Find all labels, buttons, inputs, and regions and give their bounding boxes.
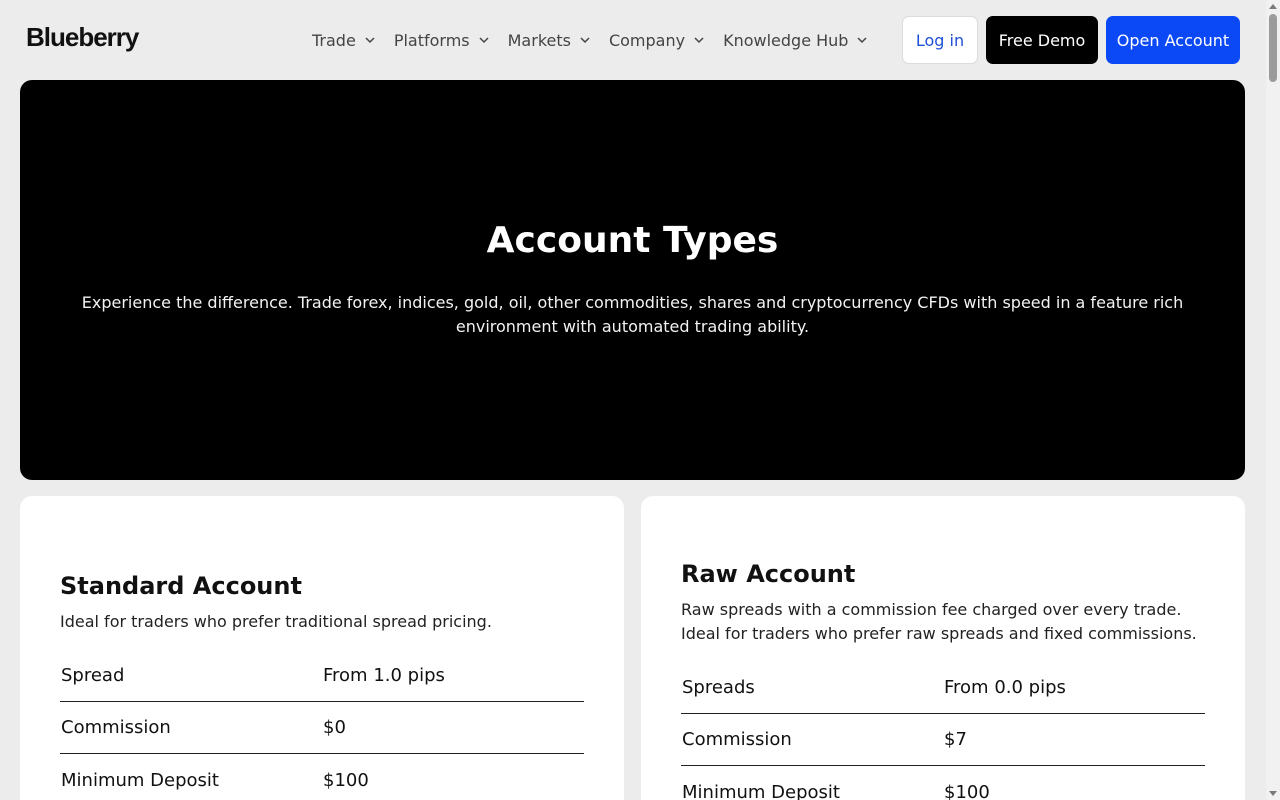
standard-account-card: Standard Account Ideal for traders who p… xyxy=(20,496,624,800)
spec-row: Spreads From 0.0 pips xyxy=(681,662,1205,714)
nav-item-label: Trade xyxy=(312,30,356,50)
account-description: Ideal for traders who prefer traditional… xyxy=(60,612,492,631)
chevron-down-icon xyxy=(364,34,376,46)
account-description: Raw spreads with a commission fee charge… xyxy=(681,600,1197,643)
spec-value: $100 xyxy=(944,781,990,800)
spec-key: Spreads xyxy=(682,677,755,698)
nav-item-platforms[interactable]: Platforms xyxy=(394,28,490,52)
scroll-down-icon[interactable] xyxy=(1269,791,1277,796)
page-title: Account Types xyxy=(486,220,779,261)
nav-item-company[interactable]: Company xyxy=(609,28,705,52)
nav-item-markets[interactable]: Markets xyxy=(508,28,591,52)
nav-item-trade[interactable]: Trade xyxy=(312,28,376,52)
spec-row: Spread From 1.0 pips xyxy=(60,650,584,702)
main-nav: Trade Platforms Markets Company Knowledg… xyxy=(312,28,886,52)
nav-item-label: Platforms xyxy=(393,30,470,50)
spec-row: Commission $0 xyxy=(60,702,584,754)
raw-account-card: Raw Account Raw spreads with a commissio… xyxy=(641,496,1245,800)
spec-value: $100 xyxy=(323,769,369,791)
scroll-up-icon[interactable] xyxy=(1269,4,1277,9)
nav-item-knowledge-hub[interactable]: Knowledge Hub xyxy=(723,28,868,52)
chevron-down-icon xyxy=(693,34,705,46)
open-account-button[interactable]: Open Account xyxy=(1106,16,1240,64)
nav-item-label: Company xyxy=(608,30,686,50)
spec-row: Minimum Deposit $100 xyxy=(60,754,584,800)
nav-item-label: Knowledge Hub xyxy=(723,30,849,50)
spec-value: $7 xyxy=(944,729,967,750)
chevron-down-icon xyxy=(579,34,591,46)
spec-value: From 1.0 pips xyxy=(323,665,445,686)
chevron-down-icon xyxy=(856,34,868,46)
login-button[interactable]: Log in xyxy=(902,16,978,64)
spec-row: Minimum Deposit $100 xyxy=(681,766,1205,800)
spec-key: Minimum Deposit xyxy=(682,781,840,800)
spec-key: Commission xyxy=(682,729,792,750)
account-spec-table: Spreads From 0.0 pips Commission $7 Mini… xyxy=(681,662,1205,800)
spec-key: Spread xyxy=(61,665,125,686)
blueberry-logo[interactable]: Blueberry xyxy=(26,22,139,53)
account-title: Standard Account xyxy=(60,572,302,600)
spec-value: From 0.0 pips xyxy=(944,677,1066,698)
spec-row: Commission $7 xyxy=(681,714,1205,766)
account-spec-table: Spread From 1.0 pips Commission $0 Minim… xyxy=(60,650,584,800)
hero-subtitle: Experience the difference. Trade forex, … xyxy=(81,293,1184,336)
account-title: Raw Account xyxy=(681,560,856,588)
spec-key: Minimum Deposit xyxy=(61,769,219,791)
hero-banner: Account Types Experience the difference.… xyxy=(20,80,1245,480)
spec-key: Commission xyxy=(61,717,171,738)
chevron-down-icon xyxy=(478,34,490,46)
free-demo-button[interactable]: Free Demo xyxy=(986,16,1098,64)
page-scrollbar[interactable] xyxy=(1266,0,1280,800)
nav-item-label: Markets xyxy=(507,30,571,50)
spec-value: $0 xyxy=(323,717,346,738)
site-header: Blueberry Trade Platforms Markets Compan… xyxy=(0,0,1266,80)
scrollbar-thumb[interactable] xyxy=(1269,14,1277,82)
